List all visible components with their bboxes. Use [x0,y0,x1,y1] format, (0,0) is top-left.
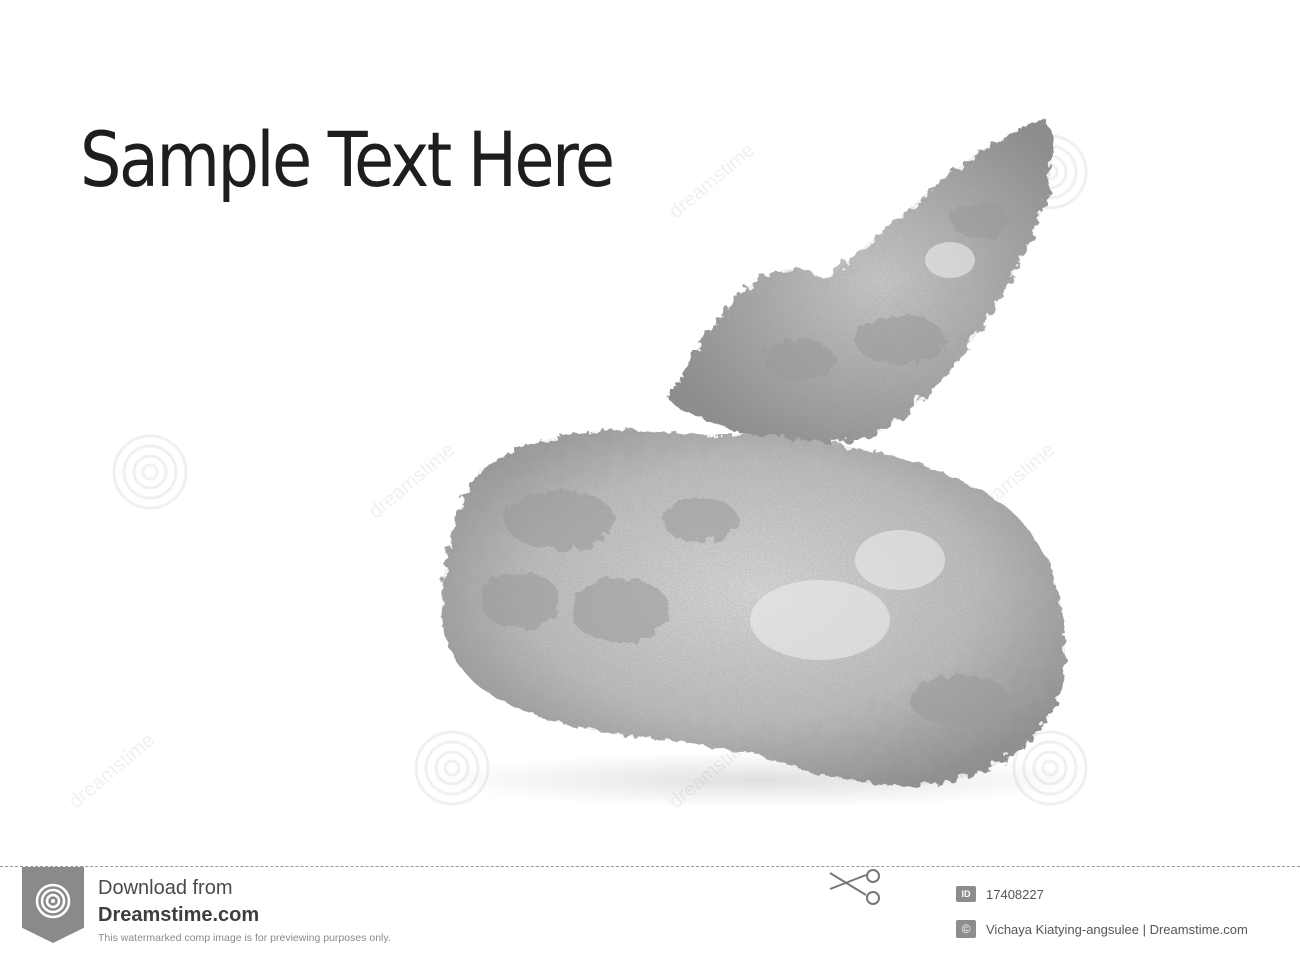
copyright-icon: © [956,920,976,938]
id-icon: ID [956,886,976,902]
download-footer: Download from Dreamstime.com This waterm… [0,867,1300,957]
stock-photo: Sample Text Here dreamstime dreamstime d… [0,0,1300,862]
scissors-icon [829,869,880,905]
preview-note: This watermarked comp image is for previ… [98,932,391,944]
image-id: 17408227 [986,887,1044,902]
photographer-credit[interactable]: Vichaya Kiatying-angsulee | Dreamstime.c… [986,922,1248,937]
fried-chicken-wing [430,118,1090,808]
dreamstime-logo-icon[interactable] [22,867,84,943]
dreamstime-link[interactable]: Dreamstime.com [98,904,259,927]
download-from-label: Download from [98,877,233,899]
